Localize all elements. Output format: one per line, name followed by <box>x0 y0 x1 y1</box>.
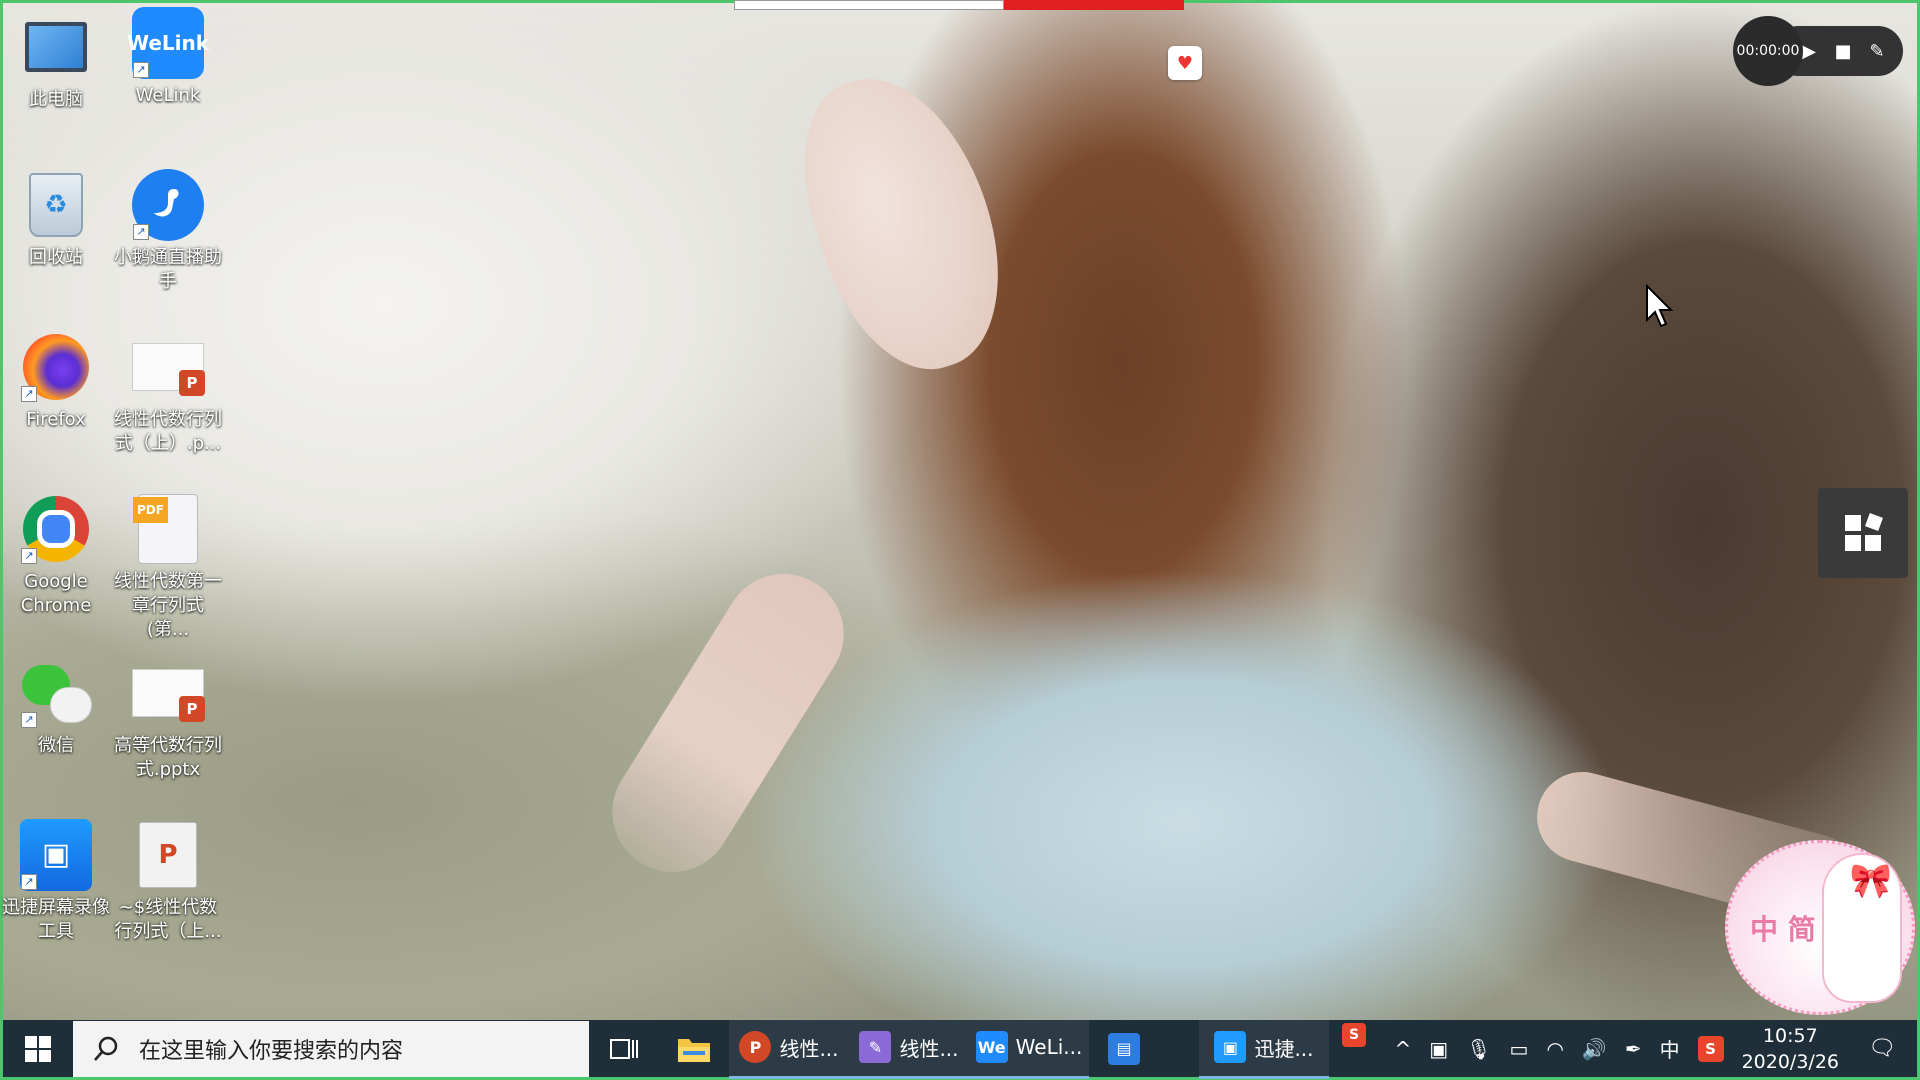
desktop-icon-pdf-linear-algebra[interactable]: PDF 线性代数第一章行列式(第... <box>112 492 224 642</box>
desktop-icon-pptx-higher-algebra[interactable]: P 高等代数行列式.pptx <box>112 656 224 782</box>
system-tray: ^ ▣ 🎙 ▭ ◠ 🔊 ✒ 中 S 10:57 2020/3/26 🗨 <box>1394 1019 1917 1079</box>
shortcut-arrow-icon: ↗ <box>21 548 37 564</box>
taskbar-app-powerpoint[interactable]: P 线性... <box>729 1018 849 1079</box>
desktop-icon-ppt-temp[interactable]: P ~$线性代数行列式（上... <box>112 818 224 944</box>
wallpaper-arm-left <box>589 551 867 895</box>
folder-icon <box>678 1038 710 1062</box>
desktop-icon-label: ~$线性代数行列式（上... <box>114 897 222 942</box>
desktop-icon-firefox[interactable]: ↗ Firefox <box>0 330 112 432</box>
taskbar-app-label: 线性... <box>899 1036 959 1061</box>
taskbar-app-label: 线性... <box>779 1036 839 1061</box>
side-panel-button[interactable] <box>1818 488 1908 578</box>
clock-date: 2020/3/26 <box>1741 1050 1839 1073</box>
taskbar-app-pdf-reader[interactable]: ✎ 线性... <box>849 1018 969 1079</box>
task-view-icon <box>610 1038 638 1059</box>
desktop-icon-welink[interactable]: WeLink ↗ WeLink <box>112 6 224 108</box>
shortcut-arrow-icon: ↗ <box>133 62 149 78</box>
desktop-icon-label: 迅捷屏幕录像工具 <box>2 897 110 942</box>
ime-indicator[interactable]: 中 <box>1660 1034 1680 1063</box>
taskbar-app-label: 迅捷... <box>1254 1036 1314 1061</box>
cat-sticker[interactable]: 中 简 🎀 <box>1725 840 1915 1015</box>
desktop-icon-label: 此电脑 <box>29 89 83 110</box>
recycle-bin-icon: ♻ <box>29 173 83 237</box>
recording-progress-bar <box>734 0 1184 10</box>
battery-icon[interactable]: ▭ <box>1510 1037 1529 1061</box>
taskbar-file-explorer[interactable] <box>659 1019 729 1079</box>
shortcut-arrow-icon: ↗ <box>21 712 37 728</box>
desktop-icon-label: Firefox <box>26 409 86 430</box>
meeting-app-icon: ▤ <box>1108 1032 1140 1065</box>
chevron-up-icon[interactable]: ^ <box>1394 1037 1411 1061</box>
wallpaper-face <box>775 54 1031 392</box>
desktop-icon-goose-live[interactable]: ↗ 小鹅通直播助手 <box>112 168 224 294</box>
desktop-icon-label: 小鹅通直播助手 <box>114 247 222 292</box>
windows-logo-icon <box>25 1035 51 1062</box>
pptx-file-icon: P <box>132 669 205 722</box>
desktop-icon-label: Google Chrome <box>20 571 92 616</box>
powerpoint-icon: P <box>739 1031 772 1063</box>
desktop-icon-label: 回收站 <box>29 247 83 268</box>
pptx-file-icon: P <box>132 343 205 396</box>
shortcut-arrow-icon: ↗ <box>21 386 37 402</box>
stop-icon[interactable]: ■ <box>1833 41 1853 62</box>
shirt-heart-icon[interactable]: ♥ <box>1168 46 1202 80</box>
shortcut-arrow-icon: ↗ <box>21 874 37 890</box>
volume-icon[interactable]: 🔊 <box>1582 1037 1607 1061</box>
desktop-icon-wechat[interactable]: ↗ 微信 <box>0 656 112 758</box>
taskbar-clock[interactable]: 10:57 2020/3/26 <box>1742 1023 1839 1075</box>
recorder-widget: ▶ ■ ✎ 00:00:00 <box>1733 16 1905 86</box>
desktop-icon-chrome[interactable]: ↗ Google Chrome <box>0 492 112 618</box>
sticker-text: 中 简 <box>1750 912 1816 946</box>
taskbar-sogou-floating[interactable]: S <box>1329 1020 1379 1050</box>
desktop-icon-screen-recorder[interactable]: ▣ ↗ 迅捷屏幕录像工具 <box>0 818 112 944</box>
recorder-tray-icon[interactable]: ▣ <box>1429 1037 1448 1061</box>
desktop-icon-label: 线性代数行列式（上）.p... <box>114 409 222 454</box>
search-icon <box>94 1036 118 1061</box>
taskbar: 在这里输入你要搜索的内容 P 线性... ✎ 线性... We WeLi... … <box>0 1018 1920 1080</box>
taskbar-search-box[interactable]: 在这里输入你要搜索的内容 <box>73 1020 589 1077</box>
bow-icon: 🎀 <box>1849 861 1892 901</box>
pdf-file-icon: PDF <box>133 494 198 564</box>
task-view-button[interactable] <box>589 1019 659 1079</box>
mouse-cursor-icon <box>1646 284 1674 328</box>
desktop-icon-recycle-bin[interactable]: ♻ 回收站 <box>0 168 112 270</box>
taskbar-app-screen-recorder[interactable]: ▣ 迅捷... <box>1199 1018 1329 1079</box>
progress-segment-red <box>1004 0 1184 10</box>
desktop-icon-pptx-linear-algebra[interactable]: P 线性代数行列式（上）.p... <box>112 330 224 456</box>
computer-icon <box>25 22 87 72</box>
taskbar-meeting-app[interactable]: ▤ <box>1089 1019 1159 1079</box>
taskbar-app-welink[interactable]: We WeLi... <box>969 1018 1089 1079</box>
search-placeholder: 在这里输入你要搜索的内容 <box>139 1038 404 1064</box>
welink-icon: We <box>975 1031 1008 1063</box>
sogou-input-icon: S <box>1342 1023 1366 1047</box>
desktop-icon-label: 高等代数行列式.pptx <box>114 735 222 780</box>
pen-icon[interactable]: ✎ <box>1867 41 1887 62</box>
sogou-input-icon[interactable]: S <box>1697 1035 1724 1062</box>
progress-segment-white <box>734 0 1004 10</box>
desktop-icon-label: 线性代数第一章行列式(第... <box>114 571 222 640</box>
desktop-icon-label: WeLink <box>135 85 201 106</box>
wifi-icon[interactable]: ◠ <box>1546 1037 1563 1061</box>
screen-recorder-icon: ▣ <box>1214 1031 1247 1063</box>
ppt-temp-file-icon: P <box>139 822 197 888</box>
microphone-icon[interactable]: 🎙 <box>1466 1037 1491 1061</box>
recorder-timer: 00:00:00 <box>1733 16 1803 86</box>
pen-workspace-icon[interactable]: ✒ <box>1625 1037 1642 1061</box>
pdf-reader-icon: ✎ <box>859 1031 892 1063</box>
clock-time: 10:57 <box>1762 1024 1818 1047</box>
shortcut-arrow-icon: ↗ <box>133 224 149 240</box>
widgets-icon <box>1845 513 1883 551</box>
desktop-icon-label: 微信 <box>38 735 74 756</box>
start-button[interactable] <box>3 1019 73 1079</box>
desktop-icon-this-pc[interactable]: 此电脑 <box>0 10 112 112</box>
taskbar-app-label: WeLi... <box>1015 1035 1083 1059</box>
notification-center-icon[interactable]: 🗨 <box>1857 1036 1907 1061</box>
desktop-background <box>0 0 1920 1080</box>
